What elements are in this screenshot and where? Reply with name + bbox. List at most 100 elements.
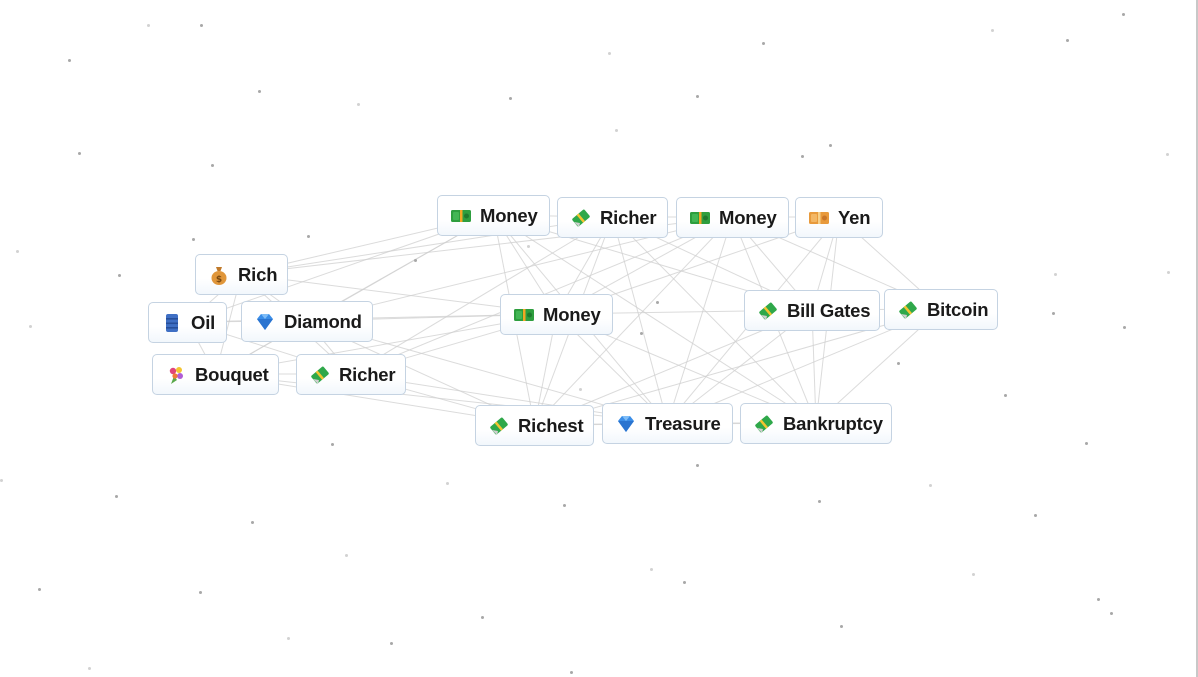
element-label: Richer xyxy=(339,363,396,385)
particle-dot xyxy=(147,24,150,27)
element-label: Money xyxy=(543,303,601,325)
element-label: Bankruptcy xyxy=(783,412,883,434)
particle-dot xyxy=(192,238,195,241)
money-with-wings-icon xyxy=(753,413,775,435)
particle-dot xyxy=(1034,514,1037,517)
particle-dot xyxy=(1085,442,1088,445)
element-label: Diamond xyxy=(284,310,362,332)
particle-dot xyxy=(357,103,360,106)
money-banknote-icon xyxy=(513,304,535,326)
element-label: Rich xyxy=(238,263,278,285)
particle-dot xyxy=(251,521,254,524)
money-banknote-icon xyxy=(450,205,472,227)
particle-dot xyxy=(579,388,582,391)
element-label: Treasure xyxy=(645,412,721,434)
particle-dot xyxy=(1167,271,1170,274)
money-with-wings-icon xyxy=(488,415,510,437)
particle-dot xyxy=(683,581,686,584)
element-money-2[interactable]: Money xyxy=(676,197,789,238)
element-label: Money xyxy=(480,204,538,226)
particle-dot xyxy=(258,90,261,93)
particle-dot xyxy=(16,250,19,253)
element-label: Richest xyxy=(518,414,584,436)
element-richer-2[interactable]: Richer xyxy=(296,354,406,395)
element-label: Money xyxy=(719,206,777,228)
particle-dot xyxy=(446,482,449,485)
particle-dot xyxy=(829,144,832,147)
money-with-wings-icon xyxy=(309,364,331,386)
gem-icon xyxy=(254,311,276,333)
particle-dot xyxy=(897,362,900,365)
particle-dot xyxy=(78,152,81,155)
particle-dot xyxy=(1166,153,1169,156)
gem-icon xyxy=(615,413,637,435)
particle-dot xyxy=(801,155,804,158)
particle-dot xyxy=(991,29,994,32)
particle-dot xyxy=(390,642,393,645)
money-with-wings-icon xyxy=(757,300,779,322)
particle-dot xyxy=(29,325,32,328)
element-yen[interactable]: Yen xyxy=(795,197,883,238)
particle-dot xyxy=(1122,13,1125,16)
particle-dot xyxy=(1110,612,1113,615)
element-bouquet[interactable]: Bouquet xyxy=(152,354,279,395)
particle-dot xyxy=(199,591,202,594)
craft-canvas[interactable]: $ MoneyRicherMoneyYenRichOilDiam xyxy=(0,0,1196,677)
particle-dot xyxy=(640,332,643,335)
element-label: Bouquet xyxy=(195,363,269,385)
element-bitcoin[interactable]: Bitcoin xyxy=(884,289,998,330)
yen-banknote-icon xyxy=(808,207,830,229)
particle-dot xyxy=(331,443,334,446)
element-diamond[interactable]: Diamond xyxy=(241,301,373,342)
particle-dot xyxy=(211,164,214,167)
particle-dot xyxy=(696,95,699,98)
particle-dot xyxy=(840,625,843,628)
element-bill-gates[interactable]: Bill Gates xyxy=(744,290,880,331)
particle-dot xyxy=(287,637,290,640)
particle-dot xyxy=(563,504,566,507)
particle-dot xyxy=(650,568,653,571)
particle-dot xyxy=(200,24,203,27)
particle-dot xyxy=(118,274,121,277)
particle-dot xyxy=(345,554,348,557)
particle-dot xyxy=(1054,273,1057,276)
element-label: Richer xyxy=(600,206,657,228)
element-label: Oil xyxy=(191,311,216,333)
particle-dot xyxy=(1004,394,1007,397)
particle-dot xyxy=(38,588,41,591)
element-bankruptcy[interactable]: Bankruptcy xyxy=(740,403,892,444)
particle-dot xyxy=(1052,312,1055,315)
money-with-wings-icon xyxy=(897,299,919,321)
element-richest[interactable]: Richest xyxy=(475,405,594,446)
element-label: Bill Gates xyxy=(787,299,871,321)
particle-dot xyxy=(762,42,765,45)
element-oil[interactable]: Oil xyxy=(148,302,227,343)
element-rich[interactable]: Rich xyxy=(195,254,288,295)
bouquet-icon xyxy=(165,364,187,386)
particle-dot xyxy=(68,59,71,62)
element-richer-1[interactable]: Richer xyxy=(557,197,668,238)
particle-dot xyxy=(414,259,417,262)
particle-dot xyxy=(509,97,512,100)
particle-dot xyxy=(656,301,659,304)
particle-dot xyxy=(1097,598,1100,601)
money-with-wings-icon xyxy=(570,207,592,229)
element-money-1[interactable]: Money xyxy=(437,195,550,236)
element-label: Bitcoin xyxy=(927,298,989,320)
particle-dot xyxy=(929,484,932,487)
particle-dot xyxy=(481,616,484,619)
particle-dot xyxy=(115,495,118,498)
particle-dot xyxy=(696,464,699,467)
element-money-3[interactable]: Money xyxy=(500,294,613,335)
particle-dot xyxy=(1123,326,1126,329)
particle-dot xyxy=(818,500,821,503)
particle-dot xyxy=(570,671,573,674)
money-banknote-icon xyxy=(689,207,711,229)
particle-dot xyxy=(608,52,611,55)
particle-dot xyxy=(1066,39,1069,42)
particle-dot xyxy=(88,667,91,670)
connection-line xyxy=(612,216,668,424)
element-treasure[interactable]: Treasure xyxy=(602,403,733,444)
particle-dot xyxy=(615,129,618,132)
particle-dot xyxy=(0,479,3,482)
